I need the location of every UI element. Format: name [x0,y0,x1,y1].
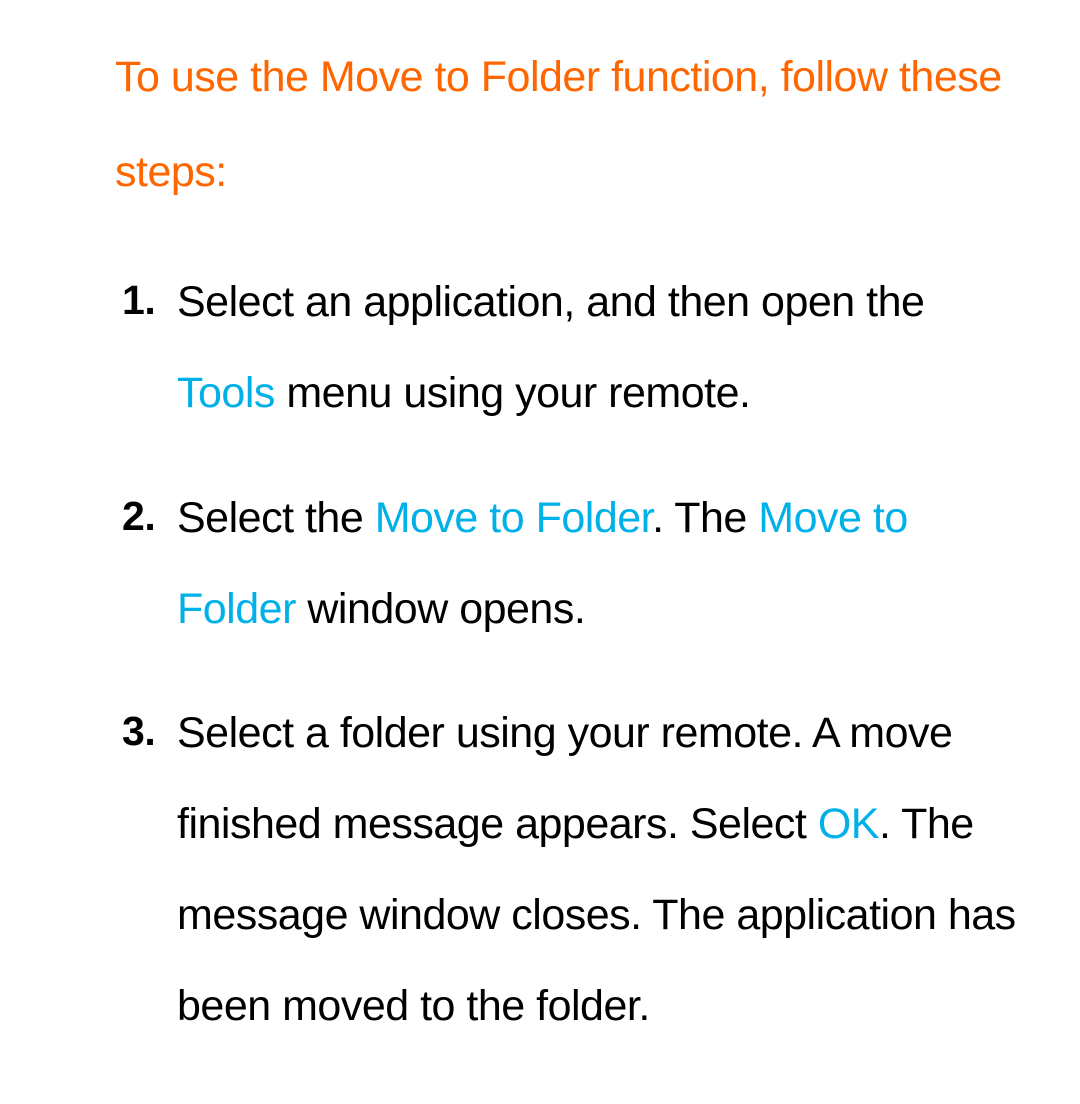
step-1-highlight-tools: Tools [177,369,275,417]
step-2: Select the Move to Folder. The Move to F… [115,473,1030,655]
step-1-text-a: Select an application, and then open the [177,278,924,326]
step-1: Select an application, and then open the… [115,257,1030,439]
instruction-heading: To use the Move to Folder function, foll… [115,30,1030,219]
step-3: Select a folder using your remote. A mov… [115,688,1030,1053]
step-1-text-b: menu using your remote. [275,369,751,417]
step-2-text-a: Select the [177,494,375,542]
step-3-highlight-ok: OK [818,800,879,848]
step-2-highlight-move-to-folder-1: Move to Folder [375,494,652,542]
steps-list: Select an application, and then open the… [115,257,1030,1052]
step-2-text-b: . The [652,494,758,542]
step-2-text-c: window opens. [296,585,585,633]
